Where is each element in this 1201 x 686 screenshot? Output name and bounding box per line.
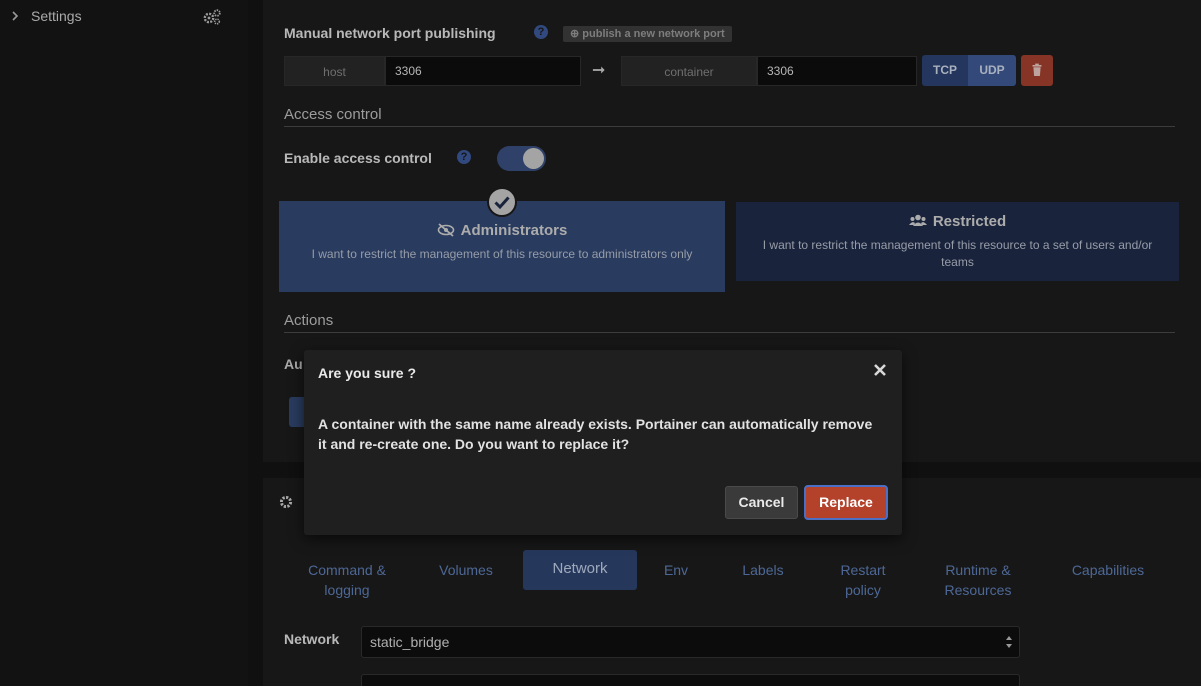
confirm-dialog: Are you sure ? A container with the same… xyxy=(304,350,902,535)
modal-backdrop[interactable] xyxy=(0,0,1201,686)
dialog-message: A container with the same name already e… xyxy=(318,416,873,452)
dialog-title: Are you sure ? xyxy=(318,365,417,381)
close-icon[interactable] xyxy=(872,362,888,378)
replace-button[interactable]: Replace xyxy=(804,485,888,520)
cancel-button[interactable]: Cancel xyxy=(725,486,798,519)
